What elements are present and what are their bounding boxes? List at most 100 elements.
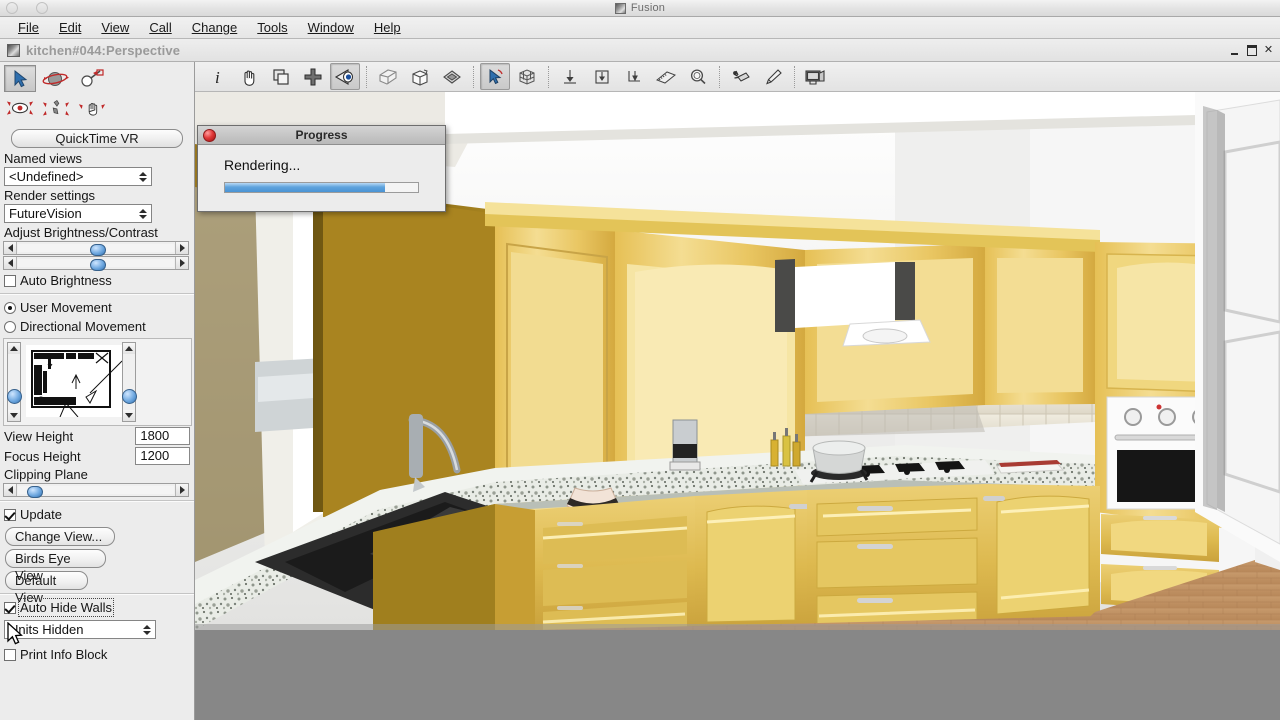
default-view-button[interactable]: Default View — [5, 571, 88, 605]
update-row[interactable]: Update — [0, 505, 194, 524]
contrast-slider[interactable] — [3, 256, 189, 271]
view-height-row: View Height 1800 — [0, 426, 194, 446]
menu-view[interactable]: View — [91, 18, 139, 37]
focus-height-label: Focus Height — [4, 448, 81, 464]
sidebar-divider-2 — [0, 500, 194, 502]
dimension-angle-icon[interactable] — [619, 63, 649, 90]
restore-button[interactable] — [1244, 43, 1259, 58]
chevron-updown-icon — [140, 622, 153, 637]
plan-right-scroll-thumb[interactable] — [122, 389, 137, 404]
print-info-block-checkbox[interactable] — [4, 648, 16, 661]
menu-window-label: Window — [307, 20, 354, 35]
dimension-down-icon[interactable] — [555, 63, 585, 90]
copy-layers-icon[interactable] — [266, 63, 296, 90]
clipping-plane-slider[interactable] — [3, 483, 189, 498]
minimize-button[interactable] — [1227, 43, 1242, 58]
main-toolbar: i — [195, 62, 1280, 92]
paint-brush-icon[interactable] — [758, 63, 788, 90]
tape-measure-icon[interactable] — [651, 63, 681, 90]
auto-hide-walls-row[interactable]: Auto Hide Walls — [0, 598, 194, 617]
named-views-select[interactable]: <Undefined> — [4, 167, 152, 186]
scroll-down-arrow-icon[interactable] — [123, 410, 135, 421]
menu-edit[interactable]: Edit — [49, 18, 91, 37]
eye-view-icon[interactable] — [330, 63, 360, 90]
slider-right-arrow-icon[interactable] — [175, 242, 188, 254]
user-movement-row[interactable]: User Movement — [0, 298, 194, 317]
scroll-up-arrow-icon[interactable] — [123, 343, 135, 354]
zoom-magnifier-icon[interactable] — [683, 63, 713, 90]
brightness-slider[interactable] — [3, 241, 189, 256]
slider-right-arrow-icon[interactable] — [175, 484, 188, 496]
birds-eye-view-button[interactable]: Birds Eye View — [5, 549, 106, 583]
menu-change[interactable]: Change — [182, 18, 248, 37]
close-button[interactable]: ✕ — [1261, 43, 1276, 58]
scroll-up-arrow-icon[interactable] — [8, 343, 20, 354]
menu-call[interactable]: Call — [139, 18, 181, 37]
update-label: Update — [20, 507, 62, 522]
dimension-box-icon[interactable] — [587, 63, 617, 90]
units-hidden-value: Units Hidden — [9, 622, 84, 637]
scroll-down-arrow-icon[interactable] — [8, 410, 20, 421]
app-titlebar: Fusion — [0, 0, 1280, 17]
add-plus-icon[interactable] — [298, 63, 328, 90]
menu-view-label: View — [101, 20, 130, 35]
named-views-value: <Undefined> — [9, 169, 84, 184]
floor-plan-thumbnail[interactable] — [26, 345, 122, 417]
auto-brightness-label: Auto Brightness — [20, 273, 112, 288]
plan-left-scroll-thumb[interactable] — [7, 389, 22, 404]
plan-diamond-icon[interactable] — [437, 63, 467, 90]
focus-height-row: Focus Height 1200 — [0, 446, 194, 466]
walk-move-icon[interactable] — [40, 94, 72, 121]
perspective-box-icon[interactable] — [405, 63, 435, 90]
update-checkbox[interactable] — [4, 508, 16, 521]
clipping-plane-track[interactable] — [18, 486, 174, 498]
render-cube-icon[interactable] — [512, 63, 542, 90]
orbit-planet-icon[interactable] — [40, 65, 72, 92]
plan-vertical-scroll-right[interactable] — [122, 342, 137, 422]
auto-hide-walls-checkbox[interactable] — [4, 601, 16, 614]
slider-right-arrow-icon[interactable] — [175, 257, 188, 269]
eye-look-icon[interactable] — [4, 94, 36, 121]
plan-navigator[interactable] — [3, 338, 192, 426]
monitor-presentation-icon[interactable] — [801, 63, 831, 90]
menu-tools[interactable]: Tools — [247, 18, 297, 37]
directional-movement-row[interactable]: Directional Movement — [0, 317, 194, 336]
titlebar-circle-button-2[interactable] — [36, 2, 48, 14]
hand-drag-icon[interactable] — [76, 94, 108, 121]
units-hidden-select[interactable]: Units Hidden — [4, 620, 156, 639]
left-sidebar: QuickTime VR Named views <Undefined> Ren… — [0, 62, 195, 720]
render-settings-select[interactable]: FutureVision — [4, 204, 152, 223]
plan-vertical-scroll-left[interactable] — [7, 342, 22, 422]
info-icon[interactable]: i — [202, 63, 232, 90]
auto-brightness-checkbox[interactable] — [4, 274, 16, 287]
change-view-button[interactable]: Change View... — [5, 527, 115, 546]
sidebar-nav-tools-row1 — [0, 62, 194, 92]
titlebar-circle-button-1[interactable] — [6, 2, 18, 14]
sidebar-divider-1 — [0, 293, 194, 295]
brightness-slider-thumb[interactable] — [89, 244, 106, 256]
close-red-icon[interactable] — [203, 129, 216, 142]
user-movement-radio[interactable] — [4, 301, 16, 314]
directional-movement-radio[interactable] — [4, 320, 16, 333]
elevation-cube-icon[interactable] — [373, 63, 403, 90]
menu-file[interactable]: File — [8, 18, 49, 37]
auto-brightness-row[interactable]: Auto Brightness — [0, 271, 194, 290]
brightness-slider-track[interactable] — [18, 244, 174, 256]
lighting-icon[interactable] — [726, 63, 756, 90]
spotlight-search-icon[interactable] — [76, 65, 108, 92]
print-info-block-row[interactable]: Print Info Block — [0, 645, 194, 664]
focus-height-input[interactable]: 1200 — [135, 447, 190, 465]
slider-left-arrow-icon[interactable] — [4, 242, 17, 254]
select-arrow-icon[interactable] — [480, 63, 510, 90]
view-height-input[interactable]: 1800 — [135, 427, 190, 445]
menu-help[interactable]: Help — [364, 18, 411, 37]
quicktime-vr-button[interactable]: QuickTime VR — [11, 129, 183, 148]
arrow-select-icon[interactable] — [4, 65, 36, 92]
pan-hand-icon[interactable] — [234, 63, 264, 90]
clipping-plane-thumb[interactable] — [27, 486, 44, 498]
contrast-slider-thumb[interactable] — [89, 259, 106, 271]
menu-window[interactable]: Window — [298, 18, 364, 37]
slider-left-arrow-icon[interactable] — [4, 484, 17, 496]
contrast-slider-track[interactable] — [18, 259, 174, 271]
slider-left-arrow-icon[interactable] — [4, 257, 17, 269]
